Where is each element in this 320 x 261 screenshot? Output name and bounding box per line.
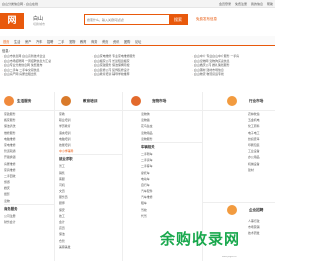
- nav-item-life[interactable]: 生活: [14, 39, 20, 44]
- category-list: 家教 职业培训 学历教育 语言培训 电脑培训 技能培训 中小学辅导 就业求职 普…: [55, 111, 122, 250]
- post-info-link[interactable]: 免费发布信息: [196, 17, 217, 22]
- top-links: 会员登录 免费注册 我的信息 帮助: [216, 2, 273, 6]
- education-icon: [61, 96, 71, 106]
- nav-item-car[interactable]: 汽车: [36, 39, 42, 44]
- category-header: 生活服务: [0, 92, 54, 111]
- nav-item-yellow[interactable]: 黄页: [102, 39, 108, 44]
- category-item[interactable]: 建材: [248, 167, 275, 173]
- category-title[interactable]: 教育培训: [83, 99, 97, 104]
- enterprise-icon: [227, 205, 237, 215]
- category-panel-education: 教育培训 家教 职业培训 学历教育 语言培训 电脑培训 技能培训 中小学辅导 就…: [55, 92, 123, 261]
- subcategory-title[interactable]: 商务服务: [4, 203, 54, 213]
- info-link[interactable]: ·白山教育培训 辅导学校推荐: [92, 72, 187, 77]
- category-item[interactable]: 技术研发: [248, 230, 260, 236]
- category-title[interactable]: 企业招聘: [249, 208, 263, 213]
- category-item[interactable]: 代驾: [141, 213, 202, 219]
- category-header: 行业市场: [203, 92, 275, 111]
- life-service-icon: [4, 96, 14, 106]
- industry-icon: [227, 96, 237, 106]
- category-title[interactable]: 宠物市场: [152, 99, 166, 104]
- info-column-3: ·白山中介 专业白山中介服务 一手房 ·白山宠物网 宠物狗买卖信息 ·白山婚庆公…: [192, 54, 274, 77]
- subcategory-title[interactable]: 就业求职: [59, 154, 122, 163]
- info-link[interactable]: ·白山物流 物流货运专线: [192, 72, 274, 77]
- switch-city-link[interactable]: 切换城市: [33, 22, 45, 26]
- main-nav: 首页 生活 房产 汽车 招聘 二手 宠物 教育 商务 黄页 资讯 团购 论坛: [0, 36, 275, 46]
- category-list: 家政服务 搬家服务 保洁清洗 维修服务 电脑维修 家电维修 管道疏通 开锁换锁 …: [0, 111, 54, 225]
- nav-item-pets[interactable]: 宠物: [69, 39, 75, 44]
- nav-item-news[interactable]: 资讯: [113, 39, 119, 44]
- category-item[interactable]: 美容美发: [59, 244, 122, 250]
- info-column-2: ·白山家电维修 专业家电维修服务 ·白山搬家公司 长途短途搬家 ·白山家政服务 …: [92, 54, 187, 77]
- enterprise-header: 企业招聘: [203, 202, 275, 216]
- info-column-1: 信息： ·白山市信息网 白山高新技术企业 ·白山市场招聘网 一周招聘信息大汇总 …: [2, 48, 87, 77]
- pets-icon: [131, 96, 141, 106]
- nav-item-biz[interactable]: 商务: [91, 39, 97, 44]
- help-link[interactable]: 帮助: [267, 2, 273, 6]
- info-box: 信息： ·白山市信息网 白山高新技术企业 ·白山市场招聘网 一周招聘信息大汇总 …: [0, 48, 275, 84]
- city-name: 白山: [33, 16, 44, 22]
- category-panel-life: 生活服务 家政服务 搬家服务 保洁清洗 维修服务 电脑维修 家电维修 管道疏通 …: [0, 92, 55, 261]
- site-tagline: 白山分类信息网 - 白山在线: [2, 2, 38, 6]
- subcategory-title[interactable]: 车辆相关: [141, 141, 202, 151]
- category-list: 农林牧渔 五金机电 化工原料 电子电工 纺织皮革 印刷包装 工业设备 办公用品 …: [203, 111, 275, 173]
- my-info-link[interactable]: 我的信息: [251, 2, 263, 6]
- watermark-text: 余购收录网: [160, 230, 241, 248]
- search-box: 搜索: [84, 14, 188, 25]
- nav-item-edu[interactable]: 教育: [80, 39, 86, 44]
- watermark-url: www.yugou.cn: [222, 256, 237, 258]
- nav-item-forum[interactable]: 论坛: [135, 39, 141, 44]
- header: 网 白山 切换城市 搜索 免费发布信息: [0, 8, 275, 36]
- nav-item-home[interactable]: 首页: [3, 39, 9, 44]
- category-header: 教育培训: [55, 92, 122, 111]
- nav-item-used[interactable]: 二手: [58, 39, 64, 44]
- site-logo[interactable]: 网: [0, 13, 24, 29]
- nav-item-house[interactable]: 房产: [25, 39, 31, 44]
- search-button[interactable]: 搜索: [169, 15, 187, 24]
- category-title[interactable]: 行业市场: [249, 99, 263, 104]
- login-link[interactable]: 会员登录: [219, 2, 231, 6]
- top-bar: 白山分类信息网 - 白山在线 会员登录 免费注册 我的信息 帮助: [0, 0, 275, 8]
- category-title[interactable]: 生活服务: [17, 99, 31, 104]
- category-item[interactable]: 财务会计: [4, 219, 54, 225]
- register-link[interactable]: 免费注册: [235, 2, 247, 6]
- category-list: 宠物狗 宠物猫 花鸟鱼虫 宠物用品 宠物服务 车辆相关 二手轿车 二手货车 二手…: [123, 111, 202, 219]
- category-header: 宠物市场: [123, 92, 202, 111]
- nav-item-jobs[interactable]: 招聘: [47, 39, 53, 44]
- nav-item-group[interactable]: 团购: [124, 39, 130, 44]
- info-link[interactable]: ·白山房产网 房屋出租出售: [2, 72, 87, 77]
- search-input[interactable]: [86, 16, 168, 23]
